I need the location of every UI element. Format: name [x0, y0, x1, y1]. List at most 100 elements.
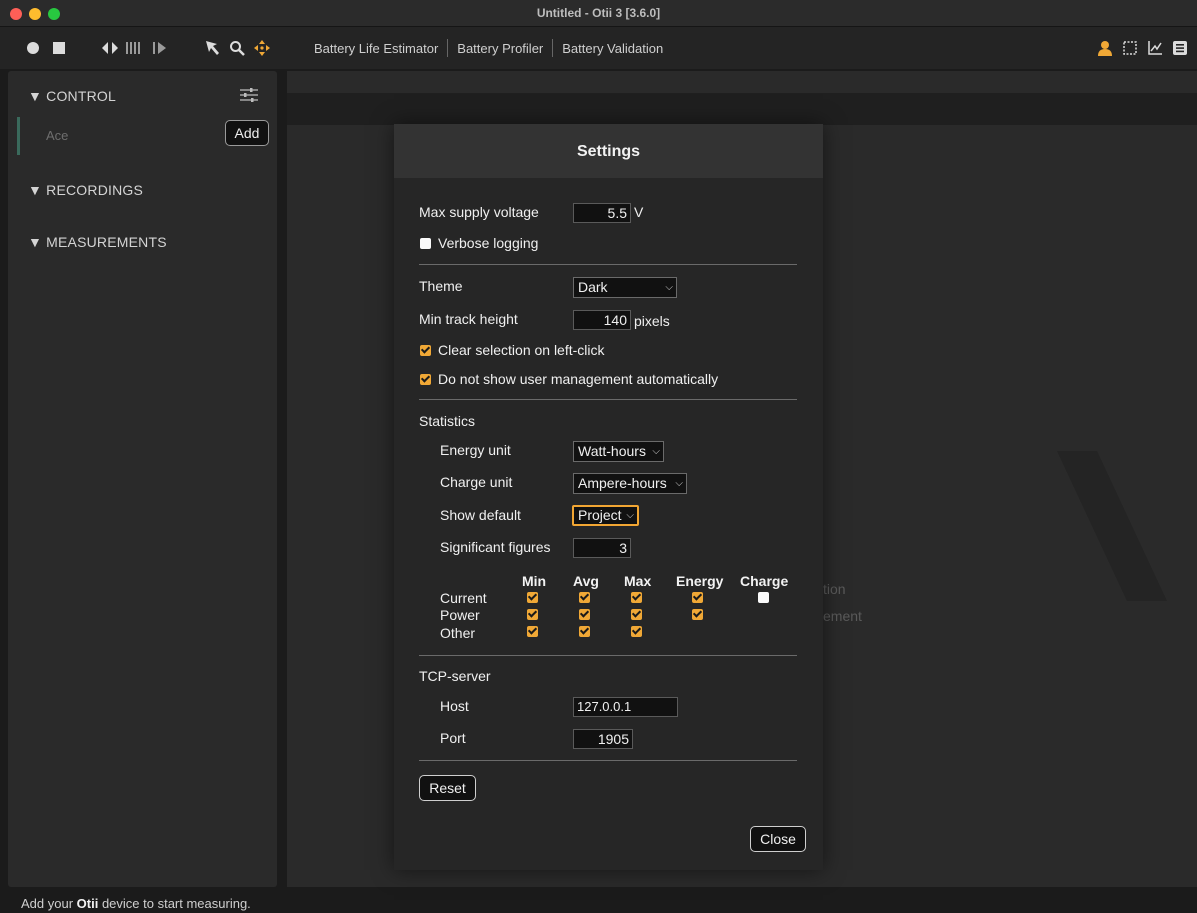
- close-button[interactable]: Close: [750, 826, 806, 852]
- stat-checkbox-other-max[interactable]: [631, 626, 642, 637]
- energy-unit-label: Energy unit: [440, 442, 511, 458]
- stop-icon[interactable]: [52, 39, 66, 57]
- user-icon[interactable]: [1096, 39, 1114, 57]
- chevron-down-icon: ⌵: [675, 478, 683, 489]
- no-user-management-label: Do not show user management automaticall…: [438, 371, 719, 387]
- energy-unit-value: Watt-hours: [578, 443, 646, 459]
- record-icon[interactable]: [26, 39, 40, 57]
- statistics-label: Statistics: [419, 413, 476, 429]
- log-icon[interactable]: [1171, 39, 1189, 57]
- pointer-icon[interactable]: [205, 39, 221, 57]
- voltage-unit: V: [634, 204, 644, 220]
- zoom-icon[interactable]: [229, 39, 245, 57]
- tab-battery-validation[interactable]: Battery Validation: [562, 41, 663, 56]
- control-section-header[interactable]: ▼ CONTROL: [28, 88, 116, 104]
- tab-battery-profiler[interactable]: Battery Profiler: [457, 41, 543, 56]
- background-hint-text: ement: [823, 608, 862, 624]
- tcp-server-label: TCP-server: [419, 668, 491, 684]
- stat-checkbox-current-min[interactable]: [527, 592, 538, 603]
- stat-checkbox-current-energy[interactable]: [692, 592, 703, 603]
- tab-battery-life-estimator[interactable]: Battery Life Estimator: [314, 41, 438, 56]
- filter-settings-icon[interactable]: [240, 88, 258, 102]
- chart-icon[interactable]: [1146, 39, 1164, 57]
- no-user-management-checkbox[interactable]: [420, 374, 431, 385]
- measurements-section-header[interactable]: ▼ MEASUREMENTS: [28, 234, 167, 250]
- add-device-button[interactable]: Add: [225, 120, 269, 146]
- tab-separator: [552, 39, 554, 57]
- stat-checkbox-current-avg[interactable]: [579, 592, 590, 603]
- column-max: Max: [624, 573, 652, 589]
- pan-icon[interactable]: [254, 39, 270, 57]
- toolbar: Battery Life Estimator Battery Profiler …: [0, 27, 1197, 69]
- stat-checkbox-power-min[interactable]: [527, 609, 538, 620]
- status-suffix: device to start measuring.: [98, 896, 251, 911]
- selection-box-icon[interactable]: [1121, 39, 1139, 57]
- min-track-height-label: Min track height: [419, 311, 518, 327]
- charge-unit-label: Charge unit: [440, 474, 513, 490]
- bars-icon[interactable]: [125, 39, 143, 57]
- device-label: Ace: [46, 128, 69, 143]
- pixels-unit: pixels: [634, 313, 670, 329]
- column-min: Min: [522, 573, 547, 589]
- stat-checkbox-current-max[interactable]: [631, 592, 642, 603]
- sidebar: ▼ CONTROL Ace Add ▼ RECORDINGS ▼ MEASURE…: [8, 71, 277, 887]
- theme-value: Dark: [578, 279, 608, 295]
- column-charge: Charge: [740, 573, 789, 589]
- show-default-label: Show default: [440, 507, 521, 523]
- row-power-label: Power: [440, 607, 480, 623]
- background-hint-text: tion: [823, 581, 846, 597]
- fit-horizontal-icon[interactable]: [101, 39, 119, 57]
- dialog-title: Settings: [576, 143, 641, 160]
- verbose-logging-checkbox[interactable]: [420, 238, 431, 249]
- timeline-strip: [287, 93, 1197, 125]
- status-prefix: Add your: [21, 896, 77, 911]
- row-current-label: Current: [440, 590, 487, 606]
- tool-tabs: Battery Life Estimator Battery Profiler …: [314, 27, 663, 69]
- theme-select[interactable]: Dark ⌵: [573, 277, 677, 298]
- row-other-label: Other: [440, 625, 476, 641]
- min-track-height-input[interactable]: 140: [573, 310, 631, 330]
- energy-unit-select[interactable]: Watt-hours ⌵: [573, 441, 664, 462]
- title-bar: Untitled - Otii 3 [3.6.0]: [0, 0, 1197, 27]
- clear-selection-label: Clear selection on left-click: [438, 342, 605, 358]
- show-default-value: Project: [578, 507, 622, 523]
- tab-separator: [447, 39, 449, 57]
- control-device-row: Ace Add: [17, 117, 277, 155]
- window-title: Untitled - Otii 3 [3.6.0]: [536, 6, 661, 20]
- column-avg: Avg: [573, 573, 599, 589]
- host-label: Host: [440, 698, 469, 714]
- significant-figures-input[interactable]: 3: [573, 538, 631, 558]
- reset-button[interactable]: Reset: [419, 775, 476, 801]
- stat-checkbox-power-avg[interactable]: [579, 609, 590, 620]
- clear-selection-checkbox[interactable]: [420, 345, 431, 356]
- background-logo-shape: [1057, 451, 1167, 601]
- verbose-logging-label: Verbose logging: [438, 235, 539, 251]
- chevron-down-icon: ⌵: [652, 446, 660, 457]
- play-marker-icon[interactable]: [152, 39, 170, 57]
- divider: [419, 264, 797, 265]
- settings-dialog: Settings Max supply voltage 5.5 V Verbos…: [394, 124, 823, 870]
- recordings-section-header[interactable]: ▼ RECORDINGS: [28, 182, 143, 198]
- divider: [419, 399, 797, 400]
- dialog-header: Settings: [394, 124, 823, 178]
- show-default-select[interactable]: Project ⌵: [572, 505, 639, 526]
- divider: [419, 655, 797, 656]
- max-supply-voltage-label: Max supply voltage: [419, 204, 539, 220]
- max-supply-voltage-input[interactable]: 5.5: [573, 203, 631, 223]
- charge-unit-select[interactable]: Ampere-hours ⌵: [573, 473, 687, 494]
- chevron-down-icon: ⌵: [626, 510, 634, 521]
- stat-checkbox-power-max[interactable]: [631, 609, 642, 620]
- status-bar: Add your Otii device to start measuring.: [0, 891, 1197, 913]
- chevron-down-icon: ⌵: [665, 282, 673, 293]
- status-device-name: Otii: [76, 896, 99, 911]
- stat-checkbox-power-energy[interactable]: [692, 609, 703, 620]
- charge-unit-value: Ampere-hours: [578, 475, 667, 491]
- port-input[interactable]: 1905: [573, 729, 633, 749]
- stat-checkbox-other-min[interactable]: [527, 626, 538, 637]
- stat-checkbox-other-avg[interactable]: [579, 626, 590, 637]
- port-label: Port: [440, 730, 466, 746]
- stat-checkbox-current-charge[interactable]: [758, 592, 769, 603]
- host-input[interactable]: 127.0.0.1: [573, 697, 678, 717]
- column-energy: Energy: [676, 573, 724, 589]
- divider: [419, 760, 797, 761]
